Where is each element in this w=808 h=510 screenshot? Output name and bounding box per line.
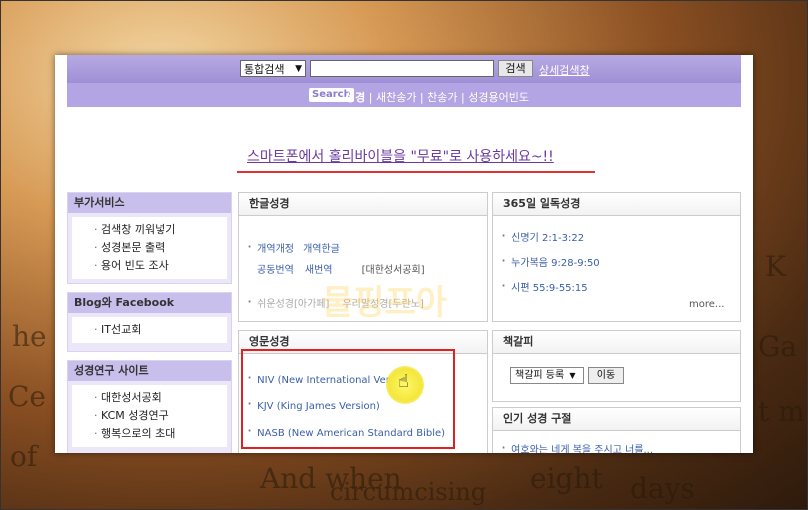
reading-item[interactable]: · 신명기 2:1-3:22	[501, 226, 584, 245]
blog-facebook-box: Blog와 Facebook IT선교회	[67, 292, 232, 352]
bookmark-select[interactable]: 책갈피 등록 ▼	[510, 367, 584, 384]
nav-item-term-frequency[interactable]: 성경용어빈도	[468, 91, 529, 104]
bullet: ·	[247, 292, 258, 311]
nav-bar: Search 성경 | 새찬송가 | 찬송가 | 성경용어빈도	[67, 83, 741, 107]
sidebar-item-term-frequency[interactable]: 용어 빈도 조사	[94, 257, 227, 275]
search-type-value: 통합검색	[244, 63, 285, 76]
extra-services-list: 검색창 끼워넣기 성경본문 출력 용어 빈도 조사	[72, 217, 227, 279]
bookmark-select-value: 책갈피 등록	[515, 370, 565, 381]
blog-facebook-list: IT선교회	[72, 317, 227, 343]
research-sites-list: 대한성서공회 KCM 성경연구 행복으로의 초대	[72, 385, 227, 447]
sidebar-item-happiness[interactable]: 행복으로의 초대	[94, 425, 227, 443]
popular-verses-panel: 인기 성경 구절 · 여호와는 네게 복을 주시고 너를...	[492, 407, 741, 453]
research-sites-title: 성경연구 사이트	[68, 361, 231, 381]
watermark: 물핑프아	[322, 283, 448, 323]
bookmark-panel: 책갈피 책갈피 등록 ▼ 이동	[492, 330, 741, 402]
reading-item[interactable]: · 시편 55:9-55:15	[501, 276, 588, 295]
search-button[interactable]: 검색	[498, 60, 533, 77]
dropdown-arrow-icon: ▼	[295, 64, 302, 74]
popular-verse-item[interactable]: · 여호와는 네게 복을 주시고 너를...	[501, 438, 653, 453]
sidebar-item-it-mission[interactable]: IT선교회	[94, 321, 227, 339]
search-input[interactable]	[310, 60, 494, 77]
daily-reading-panel: 365일 일독성경 · 신명기 2:1-3:22 · 누가복음 9:28-9:5…	[492, 192, 741, 322]
sidebar-item-print[interactable]: 성경본문 출력	[94, 239, 227, 257]
red-underline	[237, 171, 595, 173]
nav-item-hymn[interactable]: 찬송가	[427, 91, 457, 104]
reading-item[interactable]: · 누가복음 9:28-9:50	[501, 251, 600, 270]
bullet: ·	[247, 237, 258, 256]
nav-item-new-hymn[interactable]: 새찬송가	[376, 91, 416, 104]
sidebar-item-bible-society[interactable]: 대한성서공회	[94, 389, 227, 407]
nav-item-bible[interactable]: 성경	[345, 91, 365, 104]
main-nav: 성경 | 새찬송가 | 찬송가 | 성경용어빈도	[345, 91, 529, 104]
link-revised-standard[interactable]: 개역개정	[257, 244, 294, 255]
extra-services-title: 부가서비스	[68, 193, 231, 213]
link-common-translation[interactable]: 공동번역	[257, 265, 294, 276]
search-type-select[interactable]: 통합검색 ▼	[240, 60, 306, 77]
korean-bible-title: 한글성경	[239, 193, 487, 216]
blog-facebook-title: Blog와 Facebook	[68, 293, 231, 313]
highlight-box	[241, 349, 455, 449]
bookmark-title: 책갈피	[493, 331, 740, 354]
sidebar-item-kcm[interactable]: KCM 성경연구	[94, 407, 227, 425]
smartphone-banner-link[interactable]: 스마트폰에서 홀리바이블을 "무료"로 사용하세요~!!	[247, 146, 554, 166]
research-sites-box: 성경연구 사이트 대한성서공회 KCM 성경연구 행복으로의 초대	[67, 360, 232, 453]
search-bar: 통합검색 ▼ 검색 상세검색창	[67, 55, 741, 83]
more-link[interactable]: more...	[689, 299, 724, 310]
sidebar-item-embed-search[interactable]: 검색창 끼워넣기	[94, 221, 227, 239]
dropdown-arrow-icon: ▼	[569, 371, 576, 380]
korean-bible-row-1: · 개역개정 개역한글	[247, 237, 340, 256]
webpage: 통합검색 ▼ 검색 상세검색창 Search 성경 | 새찬송가 | 찬송가 |…	[55, 55, 753, 453]
hand-pointer-icon: ☝	[398, 371, 409, 392]
link-easy-bible[interactable]: 쉬운성경[아가페]	[257, 299, 329, 310]
link-revised-korean[interactable]: 개역한글	[303, 244, 340, 255]
extra-services-box: 부가서비스 검색창 끼워넣기 성경본문 출력 용어 빈도 조사	[67, 192, 232, 284]
advanced-search-link[interactable]: 상세검색창	[539, 62, 590, 78]
popular-verses-title: 인기 성경 구절	[493, 408, 740, 431]
move-button[interactable]: 이동	[588, 367, 624, 384]
daily-reading-title: 365일 일독성경	[493, 193, 740, 216]
